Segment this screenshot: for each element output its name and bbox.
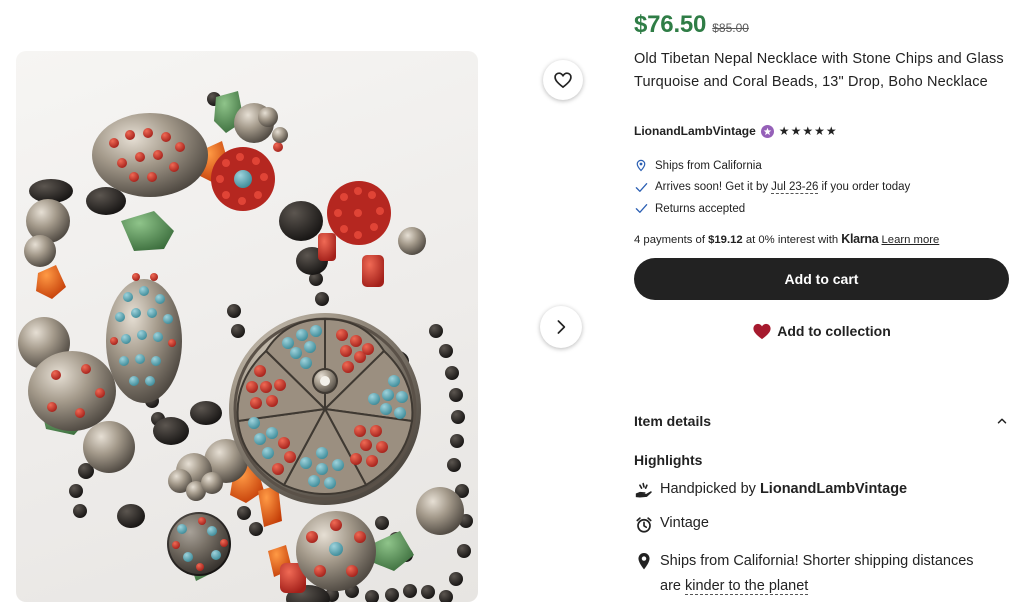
shop-row: LionandLambVintage ★ ★ ★ ★ ★ (634, 124, 837, 138)
map-pin-icon (634, 551, 654, 571)
favorite-button[interactable] (543, 60, 583, 100)
installments-middle: at 0% interest with (745, 234, 839, 246)
star-icon: ★ (790, 124, 802, 138)
klarna-logo: Klarna (841, 232, 879, 246)
star-icon: ★ (802, 124, 814, 138)
handpicked-prefix: Handpicked by (660, 481, 756, 497)
returns-text: Returns accepted (655, 202, 746, 215)
chevron-up-icon (997, 418, 1007, 424)
vintage-text: Vintage (660, 515, 709, 531)
add-to-collection-label: Add to collection (777, 323, 891, 339)
add-to-collection-button[interactable]: Add to collection (634, 320, 1009, 342)
ships-line-1: Ships from California! Shorter shipping … (660, 553, 974, 569)
kinder-to-planet-link[interactable]: kinder to the planet (685, 578, 809, 595)
sale-price: $76.50 (634, 11, 707, 38)
shop-name-link[interactable]: LionandLambVintage (634, 124, 756, 138)
shipping-info: Ships from California Arrives soon! Get … (634, 155, 910, 220)
ships-line-2-prefix: are (660, 578, 681, 594)
listing-title: Old Tibetan Nepal Necklace with Stone Ch… (634, 51, 1004, 90)
ships-from: Ships from California (634, 155, 910, 177)
highlights-title: Highlights (634, 452, 703, 468)
item-details-title: Item details (634, 413, 712, 429)
star-icon: ★ (778, 124, 790, 138)
returns-policy: Returns accepted (634, 198, 910, 220)
necklace-image (18, 91, 473, 602)
chevron-right-icon (557, 320, 566, 334)
ships-highlight-text: Ships from California! Shorter shipping … (660, 549, 974, 599)
installment-amount: $19.12 (708, 234, 743, 246)
original-price: $85.00 (712, 21, 749, 35)
klarna-installments: 4 payments of $19.12 at 0% interest with… (634, 232, 939, 246)
add-to-cart-button[interactable]: Add to cart (634, 258, 1009, 300)
checkmark-icon (634, 180, 648, 194)
product-photo[interactable] (16, 51, 478, 602)
learn-more-link[interactable]: Learn more (882, 234, 940, 246)
next-image-button[interactable] (540, 306, 582, 348)
alarm-clock-icon (634, 515, 654, 535)
price-row: $76.50 $85.00 (634, 11, 749, 39)
arrives-suffix: if you order today (821, 181, 911, 194)
heart-outline-icon (554, 72, 572, 89)
item-details-toggle[interactable]: Item details (634, 410, 1009, 432)
arrives-prefix: Arrives soon! Get it by (655, 181, 769, 194)
star-icon: ★ (825, 124, 837, 138)
checkmark-icon (634, 202, 648, 216)
installments-prefix: 4 payments of (634, 234, 705, 246)
rating-stars[interactable]: ★ ★ ★ ★ ★ (779, 125, 837, 137)
highlight-handpicked: Handpicked by LionandLambVintage (634, 481, 907, 501)
arrival-estimate: Arrives soon! Get it by Jul 23-26 if you… (634, 177, 910, 199)
star-seller-icon (760, 124, 774, 138)
arrival-dates[interactable]: Jul 23-26 (771, 181, 819, 194)
heart-filled-icon (752, 322, 772, 340)
hand-icon (634, 481, 654, 501)
ships-from-text: Ships from California (655, 159, 762, 172)
location-pin-icon (634, 159, 648, 173)
handpicked-shop-link[interactable]: LionandLambVintage (760, 481, 907, 497)
star-icon: ★ (814, 124, 825, 138)
highlight-vintage: Vintage (634, 515, 709, 535)
highlight-ships: Ships from California! Shorter shipping … (634, 549, 974, 599)
